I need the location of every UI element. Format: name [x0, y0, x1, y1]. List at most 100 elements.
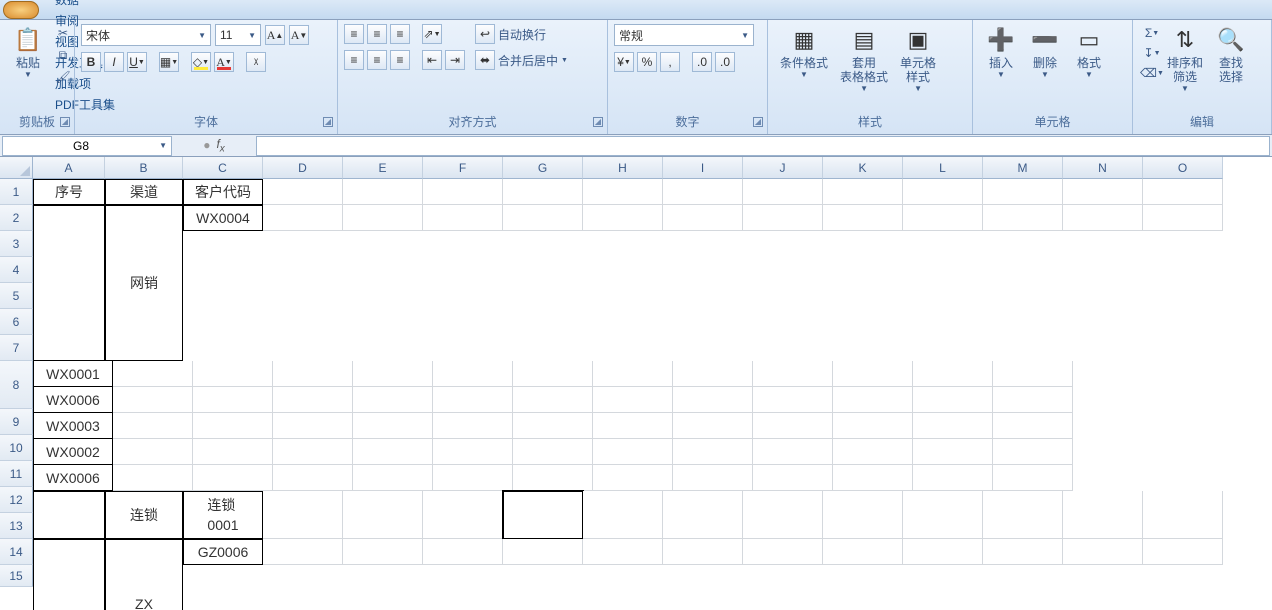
cell[interactable]	[593, 361, 673, 387]
underline-button[interactable]: U▼	[127, 52, 147, 72]
col-header[interactable]: C	[183, 157, 263, 179]
cell[interactable]	[993, 361, 1073, 387]
cell[interactable]	[993, 387, 1073, 413]
row-header[interactable]: 5	[0, 283, 33, 309]
cell[interactable]	[353, 387, 433, 413]
cell[interactable]	[113, 439, 193, 465]
cell[interactable]	[823, 179, 903, 205]
sort-filter-button[interactable]: ⇅排序和 筛选▼	[1161, 24, 1209, 95]
cell[interactable]	[743, 491, 823, 539]
launcher-icon[interactable]: ◢	[753, 117, 763, 127]
cell[interactable]	[593, 413, 673, 439]
cell[interactable]: 连锁 0001	[183, 491, 263, 539]
percent-icon[interactable]: %	[637, 52, 657, 72]
cell[interactable]: 网销	[105, 205, 183, 361]
cell[interactable]	[753, 439, 833, 465]
comma-icon[interactable]: ,	[660, 52, 680, 72]
launcher-icon[interactable]: ◢	[60, 117, 70, 127]
cell[interactable]	[833, 465, 913, 491]
cell[interactable]	[663, 179, 743, 205]
increase-font-icon[interactable]: A▲	[265, 25, 285, 45]
cell[interactable]	[423, 179, 503, 205]
cell[interactable]	[343, 205, 423, 231]
cell[interactable]	[353, 361, 433, 387]
align-middle-icon[interactable]: ≡	[367, 24, 387, 44]
clear-icon[interactable]: ⌫▼	[1143, 64, 1161, 82]
cell[interactable]	[913, 413, 993, 439]
cell[interactable]	[673, 439, 753, 465]
wrap-text-button[interactable]: ↩自动换行	[475, 24, 568, 44]
cell[interactable]	[593, 439, 673, 465]
cell[interactable]	[993, 465, 1073, 491]
orientation-icon[interactable]: ⇗▼	[422, 24, 442, 44]
name-box[interactable]: ▼	[2, 136, 172, 156]
cell[interactable]	[1143, 205, 1223, 231]
col-header[interactable]: N	[1063, 157, 1143, 179]
insert-cells-button[interactable]: ➕插入▼	[979, 24, 1023, 81]
delete-cells-button[interactable]: ➖删除▼	[1023, 24, 1067, 81]
fill-icon[interactable]: ↧▼	[1143, 44, 1161, 62]
cell[interactable]	[273, 413, 353, 439]
decrease-font-icon[interactable]: A▼	[289, 25, 309, 45]
cell[interactable]	[513, 465, 593, 491]
cell[interactable]	[433, 361, 513, 387]
cell[interactable]	[913, 465, 993, 491]
row-header[interactable]: 14	[0, 539, 33, 565]
cell[interactable]	[753, 465, 833, 491]
cell[interactable]	[193, 387, 273, 413]
cell[interactable]	[33, 491, 105, 539]
cell[interactable]	[433, 413, 513, 439]
col-header[interactable]: K	[823, 157, 903, 179]
cell[interactable]	[343, 179, 423, 205]
row-header[interactable]: 1	[0, 179, 33, 205]
cell[interactable]	[673, 413, 753, 439]
fill-color-button[interactable]: ◇▼	[191, 52, 211, 72]
copy-icon[interactable]: ⧉	[54, 46, 72, 64]
cell[interactable]: 客户代码	[183, 179, 263, 205]
cell[interactable]	[433, 439, 513, 465]
formula-input[interactable]	[256, 136, 1270, 156]
cell[interactable]	[823, 539, 903, 565]
cell[interactable]	[993, 413, 1073, 439]
cell[interactable]	[33, 539, 105, 610]
cell[interactable]	[1063, 179, 1143, 205]
cell[interactable]	[753, 387, 833, 413]
align-top-icon[interactable]: ≡	[344, 24, 364, 44]
col-header[interactable]: A	[33, 157, 105, 179]
cell[interactable]	[33, 205, 105, 361]
cell[interactable]	[273, 361, 353, 387]
cell[interactable]	[503, 491, 583, 539]
row-header[interactable]: 7	[0, 335, 33, 361]
col-header[interactable]: B	[105, 157, 183, 179]
cell[interactable]	[113, 413, 193, 439]
align-right-icon[interactable]: ≡	[390, 50, 410, 70]
cell[interactable]	[273, 439, 353, 465]
cell[interactable]	[583, 205, 663, 231]
col-header[interactable]: I	[663, 157, 743, 179]
row-header[interactable]: 3	[0, 231, 33, 257]
col-header[interactable]: G	[503, 157, 583, 179]
cell[interactable]	[113, 465, 193, 491]
row-header[interactable]: 8	[0, 361, 33, 409]
cell[interactable]	[1063, 539, 1143, 565]
col-header[interactable]: D	[263, 157, 343, 179]
cell[interactable]	[663, 539, 743, 565]
find-select-button[interactable]: 🔍查找 选择	[1209, 24, 1253, 86]
cell[interactable]	[983, 491, 1063, 539]
cell[interactable]	[903, 491, 983, 539]
cell[interactable]	[903, 205, 983, 231]
cell[interactable]	[433, 465, 513, 491]
cell[interactable]	[673, 387, 753, 413]
increase-decimal-icon[interactable]: .0	[692, 52, 712, 72]
format-painter-icon[interactable]: 🖌	[54, 68, 72, 86]
cell[interactable]	[583, 179, 663, 205]
cell[interactable]	[1063, 205, 1143, 231]
cell[interactable]	[913, 361, 993, 387]
merge-center-button[interactable]: ⬌合并后居中▼	[475, 50, 568, 70]
cell[interactable]: 渠道	[105, 179, 183, 205]
cell[interactable]	[343, 491, 423, 539]
col-header[interactable]: F	[423, 157, 503, 179]
cell[interactable]	[833, 439, 913, 465]
cell[interactable]	[193, 439, 273, 465]
decrease-decimal-icon[interactable]: .0	[715, 52, 735, 72]
